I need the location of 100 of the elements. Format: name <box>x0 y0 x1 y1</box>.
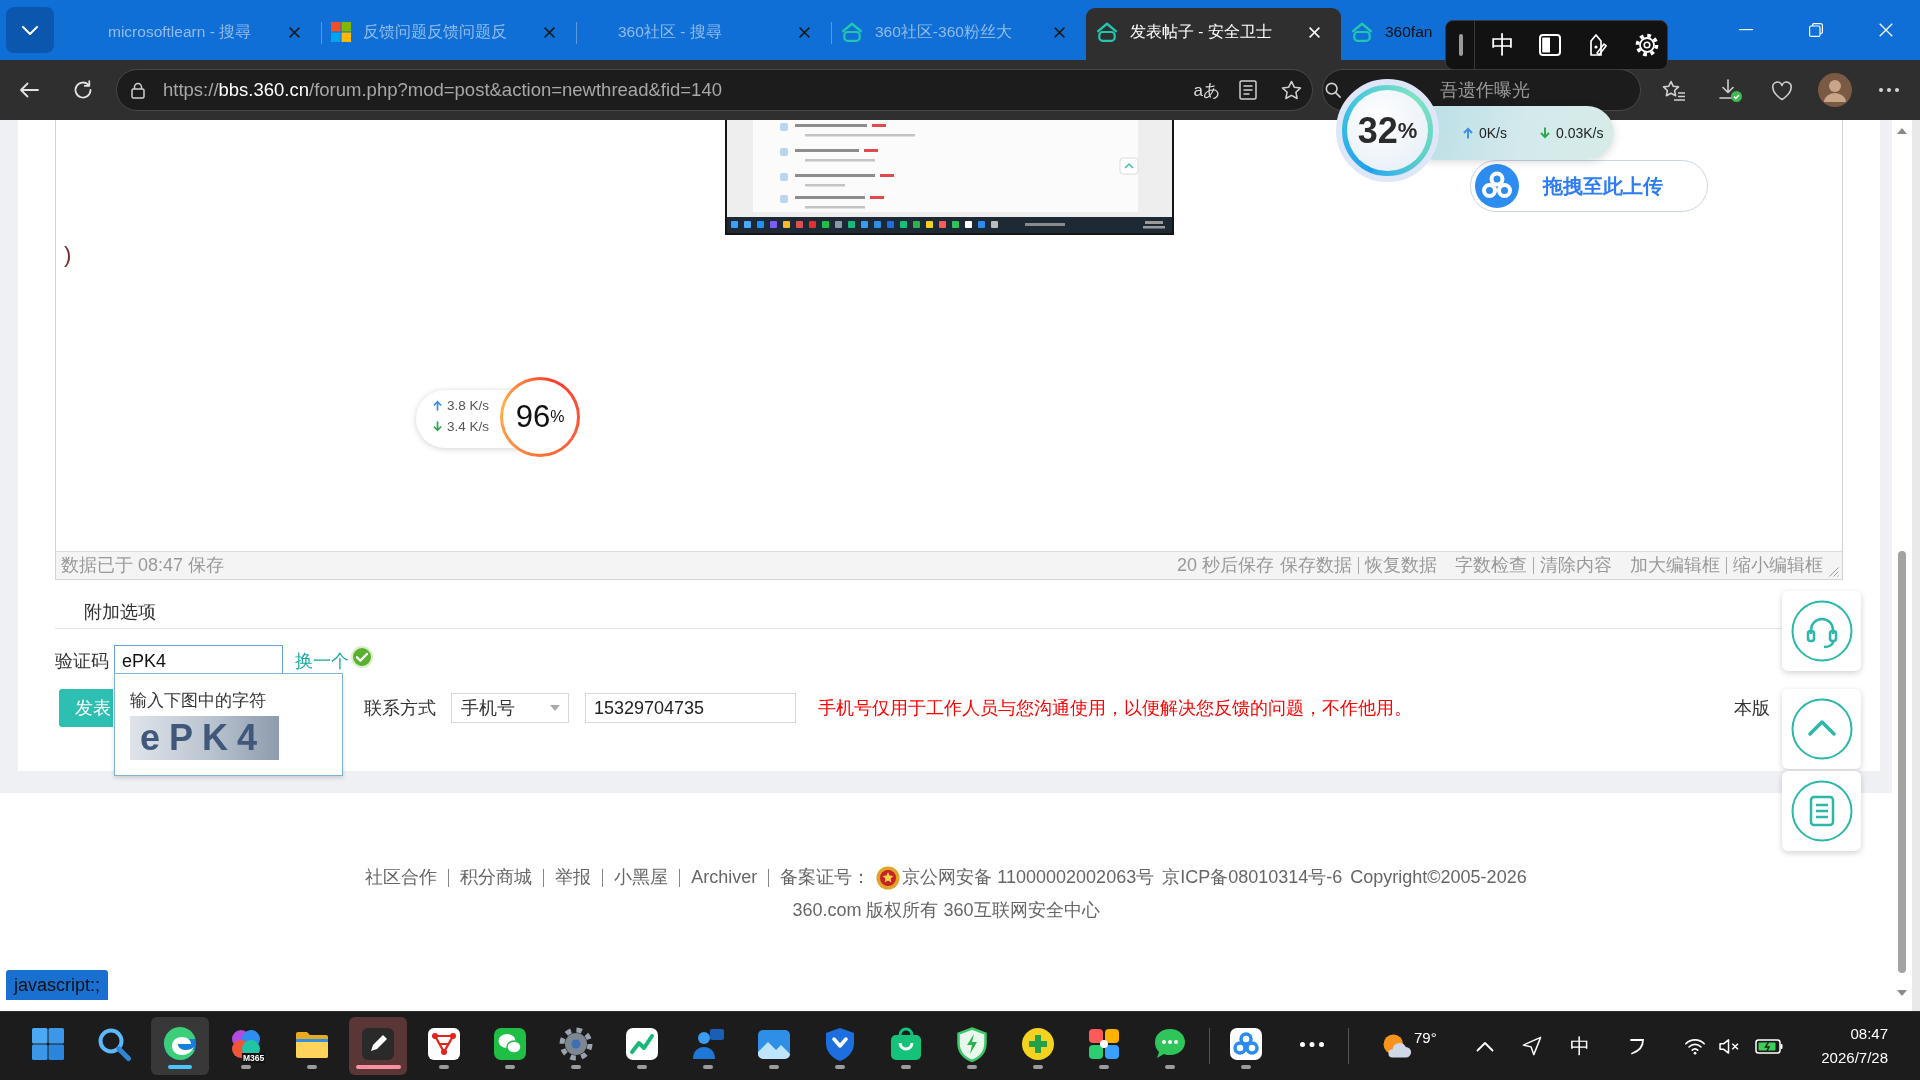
save-status-text: 数据已于 08:47 保存 <box>61 554 225 577</box>
field-label: 验证码 <box>55 649 110 673</box>
network-icon[interactable] <box>426 1026 462 1062</box>
heart-icon[interactable] <box>1771 79 1793 101</box>
muted-speaker-icon[interactable] <box>1718 1037 1740 1055</box>
grip-icon[interactable] <box>1459 34 1463 56</box>
scrollbar-thumb[interactable] <box>1898 551 1906 973</box>
refresh-icon[interactable] <box>73 80 93 100</box>
chevron-down-icon <box>22 25 38 35</box>
footer-link[interactable]: 社区合作 <box>365 861 438 894</box>
ime-mode-button[interactable]: 中 <box>1491 33 1515 57</box>
back-icon[interactable] <box>19 82 39 98</box>
house-logo-icon <box>1096 22 1118 42</box>
footer-link[interactable]: 积分商城 <box>460 861 533 894</box>
scroll-down-icon[interactable] <box>1897 990 1907 996</box>
bag-icon[interactable] <box>888 1026 924 1062</box>
phone-input[interactable]: 15329704735 <box>585 693 796 723</box>
four-squares-icon <box>331 22 351 42</box>
gear-icon[interactable] <box>558 1026 594 1062</box>
wifi-icon[interactable] <box>1684 1037 1706 1055</box>
upload-drop-button[interactable]: 拖拽至此上传 <box>1470 160 1708 212</box>
search-icon[interactable] <box>96 1026 132 1062</box>
download-speed: 3.4 K/s <box>447 418 490 436</box>
field-label: 联系方式 <box>364 696 436 720</box>
phone-notice: 手机号仅用于工作人员与您沟通使用，以便解决您反馈的问题，不作他用。 <box>818 696 1412 720</box>
zigzag-icon[interactable] <box>624 1026 660 1062</box>
input-language-button[interactable]: 中 <box>1570 1036 1590 1056</box>
clock-time: 08:47 <box>1849 1024 1888 1044</box>
search-field[interactable]: 吾遗作曝光 <box>1436 76 1626 104</box>
plus-icon[interactable] <box>1020 1026 1056 1062</box>
upload-speed: 0K/s <box>1479 123 1507 143</box>
chevron-up-icon[interactable] <box>1476 1040 1494 1052</box>
half-filled-square-icon[interactable] <box>1539 34 1561 56</box>
record-label: 备案证号： <box>780 866 871 889</box>
police-badge-icon <box>876 865 901 890</box>
upload-arrow-icon <box>433 400 442 411</box>
cloud-icon[interactable] <box>1228 1026 1264 1062</box>
taskbar-button[interactable] <box>151 1017 209 1075</box>
star-icon[interactable] <box>1281 80 1302 100</box>
contact-method-select[interactable]: 手机号 <box>451 693 569 723</box>
petals-icon[interactable] <box>1086 1026 1122 1062</box>
copyright-owner: 360.com 版权所有 360互联网安全中心 <box>792 899 1100 922</box>
reader-icon[interactable] <box>1239 80 1257 100</box>
tab-list-button[interactable] <box>6 7 54 53</box>
swirl-logo-icon <box>162 1026 198 1062</box>
captcha-image: ePK4 <box>130 716 279 760</box>
input-mode-icon[interactable] <box>1629 1037 1647 1055</box>
house-logo-icon <box>841 22 863 42</box>
headset-icon <box>1790 600 1853 662</box>
taskbar-button[interactable] <box>349 1017 407 1075</box>
start-icon[interactable] <box>30 1026 66 1062</box>
side-note-text: 本版 <box>1734 696 1770 720</box>
pen-icon <box>360 1026 396 1062</box>
browser-tab[interactable]: 360fan <box>1341 8 1443 60</box>
resize-grip-icon[interactable] <box>1829 567 1839 577</box>
list-icon <box>1790 780 1853 842</box>
more-icon[interactable] <box>1879 88 1899 92</box>
footer-link[interactable]: 举报 <box>555 861 592 894</box>
browser-tab[interactable]: 发表帖子 - 安全卫士 <box>1086 8 1341 60</box>
police-record-link[interactable]: 京公网安备 11000002002063号 <box>902 861 1155 894</box>
cloud-logo-icon <box>1475 164 1519 208</box>
upload-arrow-icon <box>1463 127 1473 139</box>
copyright-text: Copyright©2005-2026 <box>1350 866 1527 889</box>
person-icon[interactable] <box>690 1026 726 1062</box>
bolt-shield-icon[interactable] <box>954 1026 990 1062</box>
autosave-text: 20 秒后保存 <box>1176 554 1274 577</box>
more-icon[interactable] <box>1300 1042 1324 1047</box>
translate-button[interactable]: aあ <box>1193 81 1220 99</box>
search-icon <box>1325 82 1341 98</box>
profile-avatar[interactable] <box>1818 73 1852 107</box>
url-field[interactable]: https://bbs.360.cn/forum.php?mod=post&action=newthread&fid=140 <box>163 76 722 104</box>
link-preview: javascript:; <box>6 970 109 1000</box>
download-arrow-icon <box>433 421 442 432</box>
chat-bubbles-icon[interactable] <box>492 1026 528 1062</box>
lock-icon[interactable] <box>131 81 145 99</box>
icon-label: M365 <box>242 1053 266 1063</box>
footer-link[interactable]: 小黑屋 <box>614 861 669 894</box>
caret-icon <box>550 705 560 711</box>
section-heading: 附加选项 <box>84 600 156 624</box>
captcha-refresh-link[interactable]: 换一个 <box>295 647 349 675</box>
paper-plane-icon[interactable] <box>1522 1036 1542 1056</box>
captcha-hint: 输入下图中的字符 <box>130 690 267 712</box>
download-arrow-icon <box>1540 127 1550 139</box>
restore-icon[interactable] <box>1809 23 1823 37</box>
battery-icon[interactable] <box>1755 1038 1783 1054</box>
download-icon[interactable] <box>1718 78 1742 102</box>
usage-percent: 32% <box>1347 90 1428 171</box>
scroll-up-icon[interactable] <box>1897 128 1907 134</box>
house-logo-icon <box>1351 22 1373 42</box>
footer-link[interactable]: Archiver <box>691 861 758 894</box>
upload-speed: 3.8 K/s <box>447 397 490 415</box>
clock-date: 2026/7/28 <box>1820 1048 1888 1068</box>
editor-text: ) <box>64 241 72 269</box>
chevron-up-icon <box>1790 698 1853 760</box>
weather-temperature: 79° <box>1414 1030 1437 1046</box>
settings-icon[interactable] <box>1635 33 1659 57</box>
minimize-icon[interactable] <box>1739 29 1753 31</box>
favorites-icon[interactable] <box>1662 79 1686 101</box>
download-speed: 0.03K/s <box>1556 123 1604 143</box>
icp-link[interactable]: 京ICP备08010314号-6 <box>1162 861 1343 894</box>
